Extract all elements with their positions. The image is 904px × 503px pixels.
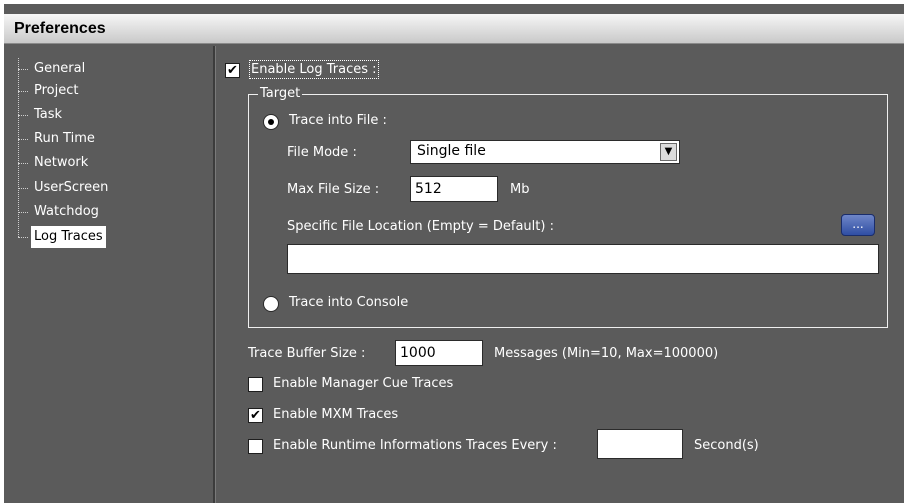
- tree-item-label: Watchdog: [34, 204, 99, 219]
- enable-log-traces-label: Enable Log Traces :: [249, 60, 379, 79]
- browse-button-label: ...: [852, 217, 864, 231]
- manager-cue-traces-label: Enable Manager Cue Traces: [273, 376, 454, 391]
- tree-item-label: UserScreen: [34, 180, 109, 195]
- tree-branch: [18, 212, 28, 213]
- tree-item-label: Project: [34, 83, 79, 98]
- tree-item-label: Log Traces: [31, 226, 106, 248]
- chevron-down-icon[interactable]: ▼: [660, 143, 677, 161]
- file-location-label: Specific File Location (Empty = Default)…: [287, 219, 554, 234]
- max-file-size-input[interactable]: [410, 176, 498, 202]
- file-location-input[interactable]: [287, 244, 879, 274]
- trace-into-console-radio[interactable]: [263, 296, 279, 312]
- file-mode-value: Single file: [417, 143, 486, 159]
- buffer-size-hint: Messages (Min=10, Max=100000): [494, 346, 719, 361]
- max-file-size-label: Max File Size :: [287, 182, 380, 197]
- file-mode-label: File Mode :: [287, 145, 357, 160]
- title-bar: Preferences: [4, 14, 904, 44]
- manager-cue-traces-checkbox[interactable]: [248, 377, 263, 392]
- tree-item-label: Run Time: [34, 131, 95, 146]
- runtime-info-traces-label: Enable Runtime Informations Traces Every…: [273, 438, 557, 453]
- tree-branch: [18, 91, 28, 92]
- tree-branch: [18, 115, 28, 116]
- target-group: [248, 94, 888, 328]
- tree-branch: [18, 139, 28, 140]
- tree-branch: [18, 237, 28, 238]
- tree-item-label: Network: [34, 155, 89, 170]
- runtime-info-interval-input[interactable]: [597, 429, 683, 459]
- trace-into-console-label: Trace into Console: [289, 295, 409, 310]
- radio-selected-dot: [268, 119, 274, 125]
- trace-into-file-label: Trace into File :: [289, 113, 387, 128]
- tree-branch: [18, 69, 28, 70]
- tree-connector-line: [18, 58, 19, 237]
- buffer-size-label: Trace Buffer Size :: [248, 346, 366, 361]
- mxm-traces-checkbox[interactable]: ✔: [248, 408, 263, 423]
- browse-button[interactable]: ...: [841, 214, 875, 236]
- trace-into-file-radio[interactable]: [263, 114, 279, 130]
- max-file-size-unit: Mb: [510, 182, 530, 197]
- pane-divider[interactable]: [213, 46, 216, 503]
- runtime-info-traces-checkbox[interactable]: [248, 439, 263, 454]
- tree-item-label: General: [34, 61, 86, 76]
- enable-log-traces-checkbox[interactable]: ✔: [225, 63, 240, 78]
- window-title: Preferences: [14, 20, 106, 37]
- mxm-traces-label: Enable MXM Traces: [273, 407, 399, 422]
- buffer-size-input[interactable]: [395, 340, 483, 366]
- check-icon: ✔: [250, 408, 261, 423]
- tree-item-label: Task: [34, 107, 63, 122]
- target-group-label: Target: [258, 86, 303, 101]
- tree-branch: [18, 163, 28, 164]
- tree-branch: [18, 188, 28, 189]
- check-icon: ✔: [227, 63, 238, 78]
- file-mode-select[interactable]: Single file ▼: [410, 140, 680, 164]
- runtime-info-unit: Second(s): [694, 438, 759, 453]
